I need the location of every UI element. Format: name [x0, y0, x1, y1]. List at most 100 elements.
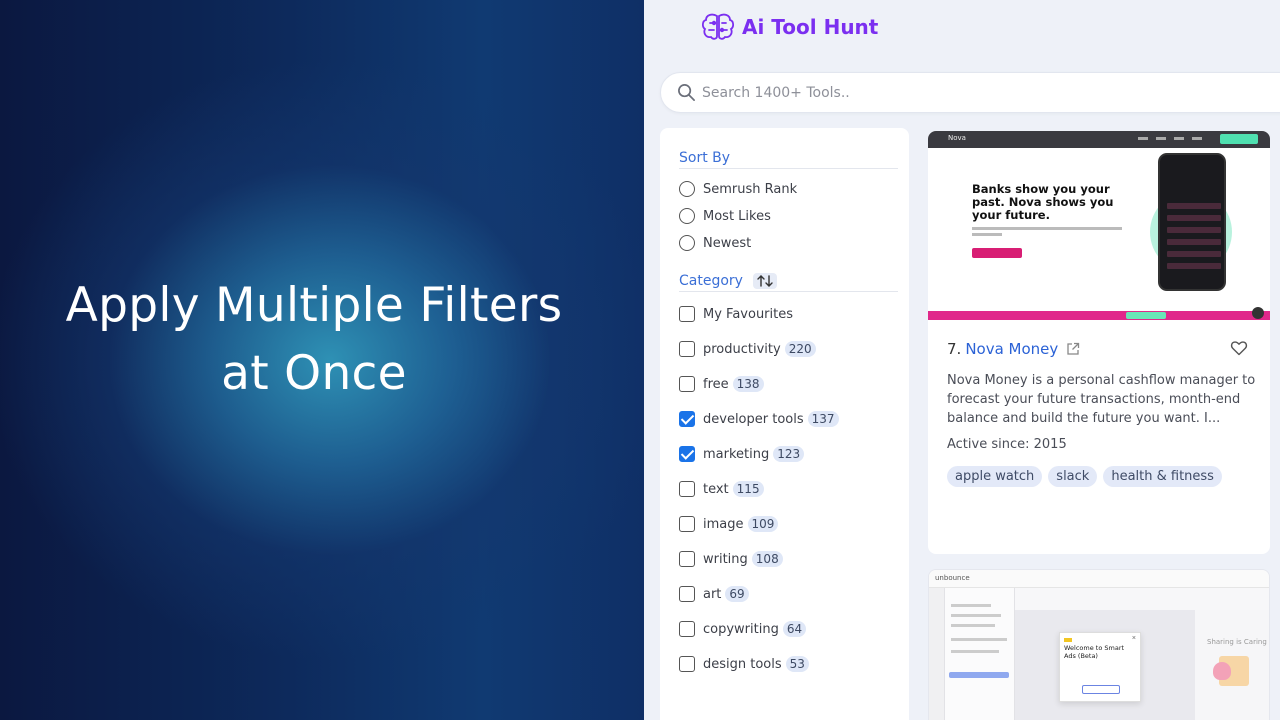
category-text[interactable]: text 115: [679, 479, 764, 499]
search-input[interactable]: [702, 84, 1222, 101]
category-item-label: copywriting: [703, 621, 779, 637]
checkbox[interactable]: [679, 621, 695, 637]
checkbox[interactable]: [679, 656, 695, 672]
category-design-tools[interactable]: design tools 53: [679, 654, 809, 674]
tag-apple-watch[interactable]: apple watch: [947, 466, 1043, 487]
tag-slack[interactable]: slack: [1048, 466, 1098, 487]
panel-line: [951, 650, 999, 653]
sort-by-label: Sort By: [679, 150, 731, 166]
phone-mockup: [1158, 153, 1226, 291]
tool-name-link[interactable]: Nova Money: [965, 340, 1058, 358]
checkbox[interactable]: [679, 306, 695, 322]
modal-badge: [1064, 638, 1072, 642]
tool-active-since: Active since: 2015: [947, 437, 1067, 452]
panel-line: [951, 638, 1007, 641]
screenshot-nav-link: [1138, 137, 1148, 140]
screenshot-nav-link: [1156, 137, 1166, 140]
count-badge: 69: [725, 586, 749, 602]
screenshot-headline: Banks show you your past. Nova shows you…: [972, 182, 1114, 222]
category-free[interactable]: free 138: [679, 374, 764, 394]
checkbox[interactable]: [679, 376, 695, 392]
checkbox-checked[interactable]: [679, 411, 695, 427]
sort-arrows-icon[interactable]: [752, 273, 777, 289]
sort-option-label: Semrush Rank: [703, 181, 798, 197]
filter-panel: Sort By Semrush Rank Most Likes Newest C…: [660, 128, 909, 720]
search-bar[interactable]: [660, 72, 1280, 113]
checkbox[interactable]: [679, 341, 695, 357]
count-badge: 64: [782, 621, 807, 637]
radio-button[interactable]: [679, 181, 695, 197]
tool-rank: 7.: [947, 340, 962, 358]
phone-row: [1167, 215, 1221, 221]
phone-row: [1167, 239, 1221, 245]
panel-line: [951, 624, 995, 627]
phone-row: [1167, 251, 1221, 257]
category-item-label: image: [703, 516, 744, 532]
category-item-label: productivity: [703, 341, 781, 357]
category-item-label: free: [703, 376, 729, 392]
category-image[interactable]: image 109: [679, 514, 779, 534]
search-icon: [678, 84, 695, 101]
screenshot-cta: [1220, 134, 1258, 144]
screenshot-footer-bar: [928, 311, 1270, 320]
checkbox[interactable]: [679, 481, 695, 497]
checkbox-checked[interactable]: [679, 446, 695, 462]
category-item-label: design tools: [703, 656, 782, 672]
checkbox[interactable]: [679, 586, 695, 602]
category-item-label: text: [703, 481, 729, 497]
tool-tags: apple watch slack health & fitness: [947, 466, 1222, 487]
tool-card[interactable]: Nova Banks show you your past. Nova show…: [928, 131, 1270, 554]
logo-text: Ai Tool Hunt: [742, 15, 879, 39]
category-header: Category: [679, 273, 898, 292]
tool-title[interactable]: 7. Nova Money: [947, 338, 1080, 360]
heart-icon[interactable]: [1230, 339, 1248, 357]
tool-screenshot[interactable]: Nova Banks show you your past. Nova show…: [928, 131, 1270, 320]
category-copywriting[interactable]: copywriting 64: [679, 619, 807, 639]
promo-title-line1: Apply Multiple Filters: [65, 278, 563, 333]
side-text: Sharing is Caring: [1207, 638, 1267, 646]
category-productivity[interactable]: productivity 220: [679, 339, 816, 359]
category-writing[interactable]: writing 108: [679, 549, 783, 569]
count-badge: 109: [747, 516, 779, 532]
tag-health-fitness[interactable]: health & fitness: [1103, 466, 1222, 487]
category-art[interactable]: art 69: [679, 584, 749, 604]
radio-button[interactable]: [679, 208, 695, 224]
phone-row: [1167, 203, 1221, 209]
screenshot-brand: Nova: [948, 134, 966, 142]
checkbox[interactable]: [679, 551, 695, 567]
category-item-label: art: [703, 586, 722, 602]
logo[interactable]: Ai Tool Hunt: [700, 12, 878, 42]
count-badge: 137: [807, 411, 839, 427]
count-badge: 220: [784, 341, 816, 357]
sort-option-newest[interactable]: Newest: [679, 233, 751, 253]
category-item-label: My Favourites: [703, 306, 794, 322]
category-my-favourites[interactable]: My Favourites: [679, 304, 793, 324]
count-badge: 123: [773, 446, 805, 462]
screenshot-button: [972, 248, 1022, 258]
tool-description: Nova Money is a personal cashflow manage…: [947, 373, 1256, 426]
modal-title: Welcome to Smart Ads (Beta): [1064, 644, 1125, 660]
sort-by-header: Sort By: [679, 150, 898, 169]
external-link-icon[interactable]: [1066, 342, 1080, 356]
screenshot-subtext: [972, 227, 1122, 230]
category-developer-tools[interactable]: developer tools 137: [679, 409, 839, 429]
sort-option-semrush-rank[interactable]: Semrush Rank: [679, 179, 797, 199]
radio-button[interactable]: [679, 235, 695, 251]
tool-card-2[interactable]: unbounce × Welcome to Smart Ads (Beta) S…: [928, 569, 1270, 720]
category-item-label: developer tools: [703, 411, 804, 427]
panel-line: [951, 614, 1001, 617]
category-marketing[interactable]: marketing 123: [679, 444, 805, 464]
screenshot-footer-button: [1126, 312, 1166, 319]
checkbox[interactable]: [679, 516, 695, 532]
close-icon: ×: [1131, 635, 1136, 642]
screenshot-2-modal: × Welcome to Smart Ads (Beta): [1059, 632, 1141, 702]
promo-title: Apply Multiple Filters at Once: [0, 272, 628, 408]
category-item-label: marketing: [703, 446, 770, 462]
sort-option-label: Newest: [703, 235, 752, 251]
sort-option-label: Most Likes: [703, 208, 771, 224]
panel-button: [949, 672, 1009, 678]
screenshot-navbar: Nova: [928, 131, 1270, 148]
screenshot-subtext: [972, 233, 1002, 236]
sort-option-most-likes[interactable]: Most Likes: [679, 206, 771, 226]
screenshot-nav-link: [1192, 137, 1202, 140]
